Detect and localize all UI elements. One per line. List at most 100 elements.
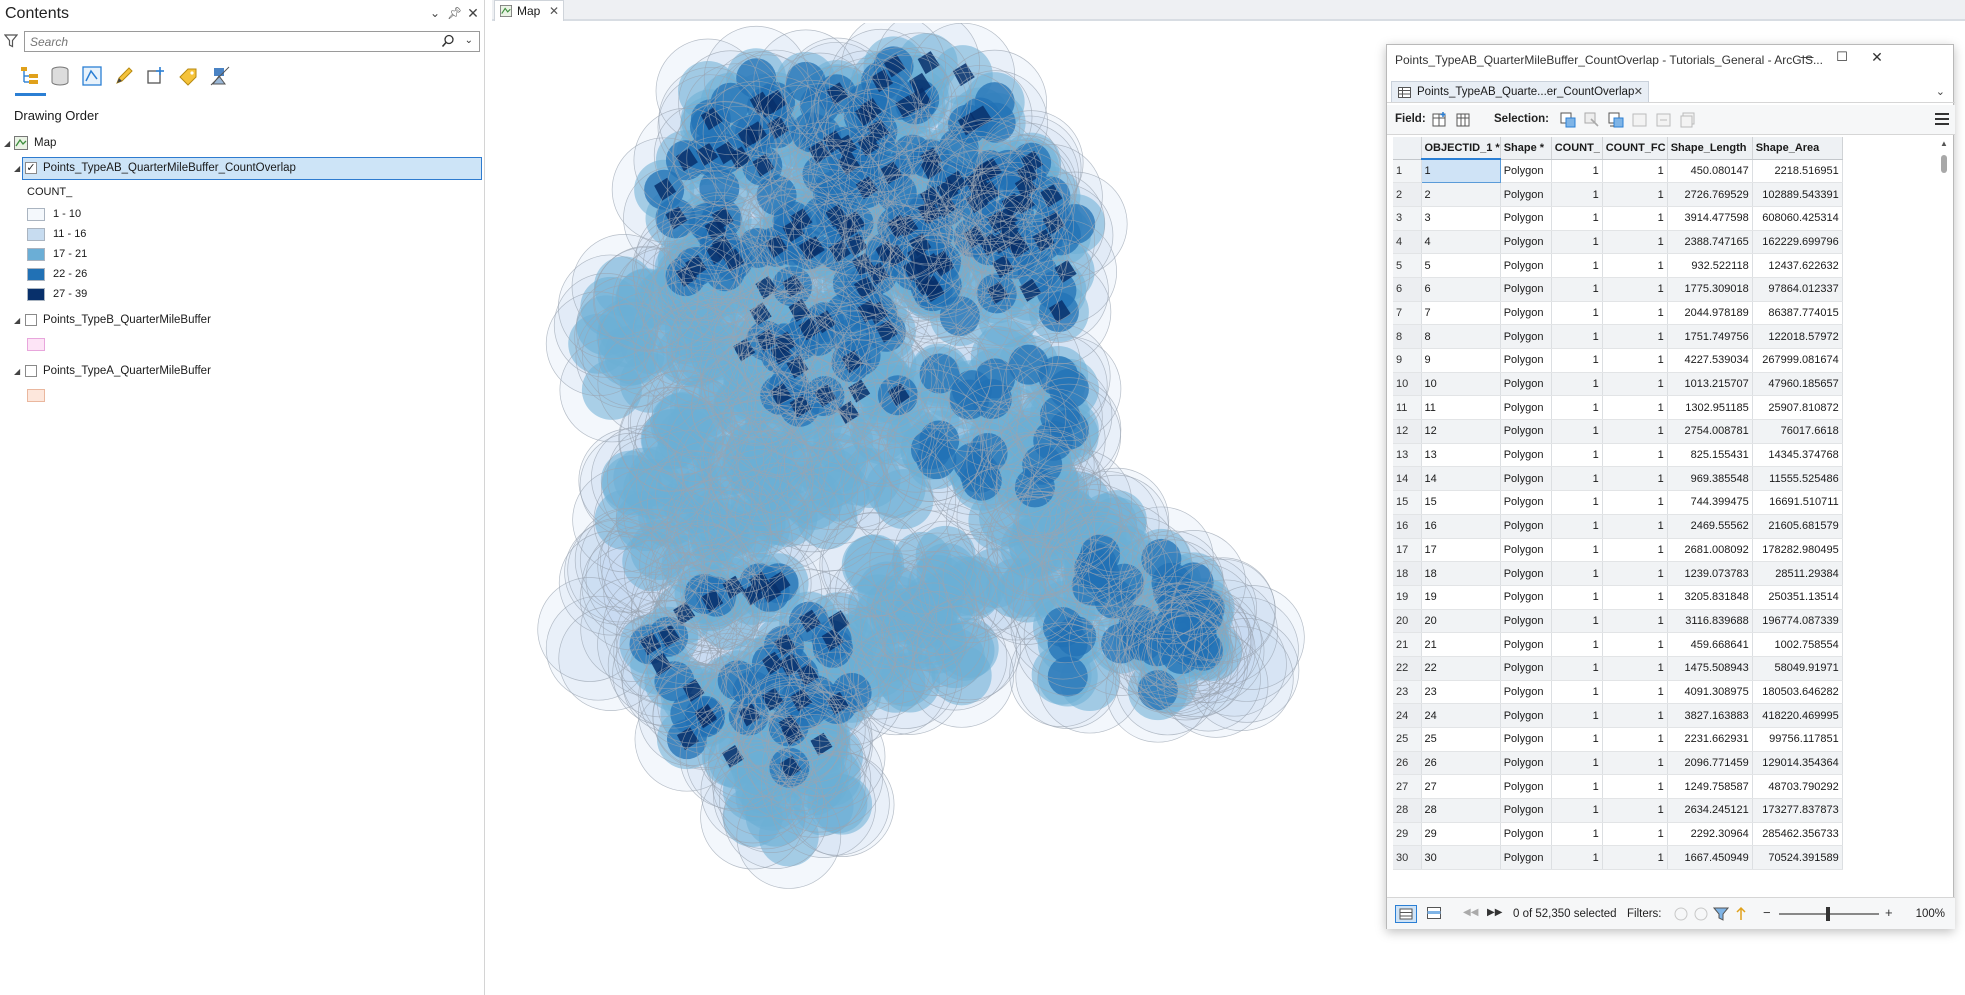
cell-shape[interactable]: Polygon [1500,277,1552,302]
cell-shape-area[interactable]: 122018.57972 [1752,324,1843,349]
column-header-shape-area[interactable]: Shape_Area [1752,137,1843,160]
cell-shape-length[interactable]: 2231.662931 [1667,727,1753,752]
attribute-grid[interactable]: OBJECTID_1 * Shape * COUNT_ COUNT_FC Sha… [1393,137,1933,915]
cell-row-number[interactable]: 7 [1393,301,1422,326]
cell-count-fc[interactable]: 1 [1602,514,1668,539]
cell-count[interactable]: 1 [1551,466,1603,492]
cell-shape-length[interactable]: 744.399475 [1667,490,1753,515]
cell-objectid[interactable]: 19 [1421,585,1501,610]
cell-shape-length[interactable]: 2096.771459 [1667,751,1753,776]
cell-objectid[interactable]: 24 [1421,703,1501,728]
zoom-to-selection-icon[interactable] [1583,111,1601,129]
close-tab-icon[interactable]: ✕ [1634,85,1643,98]
table-row[interactable]: 21 21 Polygon 1 1 459.668641 1002.758554 [1393,632,1843,657]
cell-objectid[interactable]: 11 [1421,395,1501,421]
cell-objectid[interactable]: 22 [1421,656,1501,681]
cell-shape-length[interactable]: 450.080147 [1667,159,1753,184]
table-row[interactable]: 4 4 Polygon 1 1 2388.747165 162229.699796 [1393,230,1843,255]
tab-map[interactable]: Map ✕ [494,0,564,21]
table-row[interactable]: 27 27 Polygon 1 1 1249.758587 48703.790292 [1393,774,1843,800]
cell-shape-length[interactable]: 2726.769529 [1667,182,1753,207]
cell-shape-area[interactable]: 86387.774015 [1752,301,1843,326]
cell-shape-area[interactable]: 285462.356733 [1752,822,1843,847]
cell-objectid[interactable]: 25 [1421,727,1501,752]
cell-shape[interactable]: Polygon [1500,561,1552,586]
column-header-count[interactable]: COUNT_ [1551,137,1603,160]
cell-shape-area[interactable]: 162229.699796 [1752,230,1843,255]
cell-count-fc[interactable]: 1 [1602,632,1668,657]
cell-shape[interactable]: Polygon [1500,609,1552,634]
cell-count[interactable]: 1 [1551,845,1603,871]
cell-shape-length[interactable]: 2634.245121 [1667,798,1753,823]
filter-selection-icon[interactable] [1693,906,1709,922]
table-row[interactable]: 26 26 Polygon 1 1 2096.771459 129014.354364 [1393,751,1843,776]
cell-count-fc[interactable]: 1 [1602,561,1668,586]
cell-row-number[interactable]: 28 [1393,798,1422,823]
cell-row-number[interactable]: 13 [1393,443,1422,468]
cell-shape-length[interactable]: 3914.477598 [1667,206,1753,231]
cell-count-fc[interactable]: 1 [1602,609,1668,634]
cell-count[interactable]: 1 [1551,656,1603,681]
cell-shape[interactable]: Polygon [1500,798,1552,823]
table-row[interactable]: 15 15 Polygon 1 1 744.399475 16691.510711 [1393,490,1843,515]
expand-triangle-icon[interactable]: ◢ [14,316,20,325]
cell-row-number[interactable]: 19 [1393,585,1422,610]
cell-count[interactable]: 1 [1551,822,1603,847]
list-by-selection-icon[interactable] [80,64,104,88]
cell-count-fc[interactable]: 1 [1602,182,1668,207]
table-row[interactable]: 10 10 Polygon 1 1 1013.215707 47960.185657 [1393,372,1843,397]
cell-objectid[interactable]: 3 [1421,206,1501,231]
cell-shape-length[interactable]: 3205.831848 [1667,585,1753,610]
cell-count[interactable]: 1 [1551,727,1603,752]
cell-count-fc[interactable]: 1 [1602,206,1668,231]
cell-shape[interactable]: Polygon [1500,324,1552,349]
expand-triangle-icon[interactable]: ◢ [4,139,10,148]
calculate-field-icon[interactable] [1455,111,1473,129]
column-header-shape[interactable]: Shape * [1500,137,1552,160]
cell-shape[interactable]: Polygon [1500,632,1552,657]
cell-count-fc[interactable]: 1 [1602,466,1668,492]
cell-shape-length[interactable]: 1013.215707 [1667,372,1753,397]
cell-count[interactable]: 1 [1551,514,1603,539]
cell-count[interactable]: 1 [1551,538,1603,563]
cell-row-number[interactable]: 14 [1393,466,1422,492]
zoom-slider-thumb[interactable] [1826,907,1830,921]
cell-shape[interactable]: Polygon [1500,419,1552,444]
table-row[interactable]: 3 3 Polygon 1 1 3914.477598 608060.425314 [1393,206,1843,231]
table-row[interactable]: 30 30 Polygon 1 1 1667.450949 70524.391589 [1393,845,1843,871]
cell-shape-area[interactable]: 25907.810872 [1752,395,1843,421]
cell-row-number[interactable]: 25 [1393,727,1422,752]
cell-shape[interactable]: Polygon [1500,490,1552,515]
cell-objectid[interactable]: 7 [1421,301,1501,326]
cell-shape-area[interactable]: 48703.790292 [1752,774,1843,800]
table-row[interactable]: 25 25 Polygon 1 1 2231.662931 99756.117851 [1393,727,1843,752]
cell-shape[interactable]: Polygon [1500,372,1552,397]
cell-objectid[interactable]: 12 [1421,419,1501,444]
list-by-data-source-icon[interactable] [48,64,72,88]
cell-objectid[interactable]: 6 [1421,277,1501,302]
table-row[interactable]: 18 18 Polygon 1 1 1239.073783 28511.29384 [1393,561,1843,586]
cell-shape-length[interactable]: 932.522118 [1667,253,1753,278]
cell-row-number[interactable]: 12 [1393,419,1422,444]
table-row[interactable]: 28 28 Polygon 1 1 2634.245121 173277.837873 [1393,798,1843,823]
cell-objectid[interactable]: 9 [1421,348,1501,373]
filter-icon[interactable] [4,34,18,48]
cell-count-fc[interactable]: 1 [1602,395,1668,421]
cell-row-number[interactable]: 6 [1393,277,1422,302]
cell-count-fc[interactable]: 1 [1602,253,1668,278]
copy-selected-icon[interactable] [1679,111,1697,129]
cell-shape-length[interactable]: 1667.450949 [1667,845,1753,871]
cell-objectid[interactable]: 26 [1421,751,1501,776]
tree-item-map[interactable]: ◢ Map [0,133,485,153]
table-row[interactable]: 22 22 Polygon 1 1 1475.508943 58049.91971 [1393,656,1843,681]
cell-count-fc[interactable]: 1 [1602,443,1668,468]
cell-row-number[interactable]: 21 [1393,632,1422,657]
cell-objectid[interactable]: 30 [1421,845,1501,871]
filter-query-icon[interactable] [1713,906,1729,922]
cell-shape[interactable]: Polygon [1500,680,1552,705]
cell-objectid[interactable]: 20 [1421,609,1501,634]
cell-count-fc[interactable]: 1 [1602,727,1668,752]
cell-shape[interactable]: Polygon [1500,466,1552,492]
cell-shape[interactable]: Polygon [1500,514,1552,539]
cell-row-number[interactable]: 29 [1393,822,1422,847]
